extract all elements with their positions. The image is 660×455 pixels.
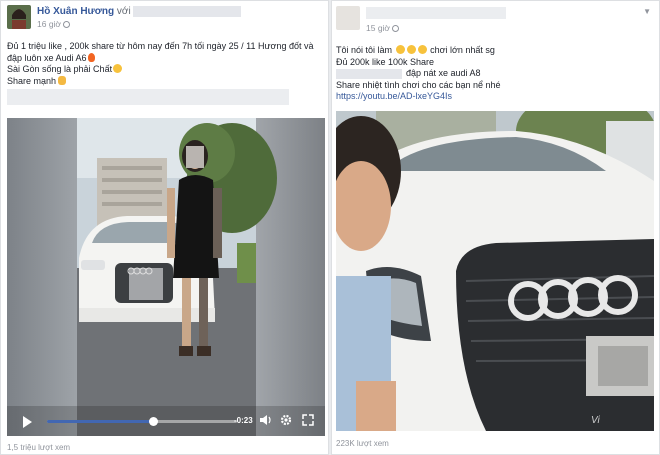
view-count: 223K lượt xem (336, 439, 389, 448)
post-line-1: Tôi nói tôi làm (336, 45, 393, 55)
volume-icon[interactable] (259, 414, 273, 426)
chevron-down-icon[interactable]: ▼ (643, 7, 651, 16)
video-player[interactable]: Vi (336, 111, 654, 431)
post-line-4: Share nhiệt tình chơi cho các bạn nể nhé (336, 79, 501, 90)
redacted-name (336, 68, 402, 79)
smile-emoji-icon (113, 64, 123, 73)
fullscreen-icon[interactable] (302, 414, 314, 426)
globe-icon (392, 25, 400, 32)
grin-emoji-icon (406, 45, 416, 54)
author-avatar-redacted[interactable] (336, 6, 360, 30)
author-name-redacted (366, 7, 506, 19)
grin-emoji-icon (417, 45, 427, 54)
globe-icon (63, 21, 71, 28)
post-line-2: đập luôn xe Audi A6 (7, 52, 87, 63)
view-count: 1,5 triệu lượt xem (7, 443, 71, 452)
remaining-time: -0:23 (234, 416, 253, 425)
post-time[interactable]: 16 giờ (37, 19, 61, 29)
redacted-text-row (7, 89, 289, 105)
post-line-4: Share mạnh (7, 75, 57, 86)
video-watermark: Vi (591, 415, 600, 426)
left-post-card: Hồ Xuân Hương với 16 giờ Đủ 1 triệu like… (0, 0, 329, 455)
grin-emoji-icon (395, 45, 405, 54)
video-frame (7, 118, 325, 436)
post-line-1b: chơi lớn nhất sg (430, 45, 495, 55)
post-body: Đủ 1 triệu like , 200k share từ hôm nay … (7, 41, 325, 87)
post-line-3: đập nát xe audi A8 (406, 68, 481, 78)
author-name[interactable]: Hồ Xuân Hương (37, 6, 114, 17)
right-post-card: 15 giờ ▼ Tôi nói tôi làm chơi lớn nhất s… (331, 0, 660, 455)
video-progress-bar[interactable] (47, 417, 237, 426)
post-line-1: Đủ 1 triệu like , 200k share từ hôm nay … (7, 41, 314, 51)
with-label: với (116, 6, 131, 18)
post-line-3: Sài Gòn sống là phải Chất (7, 64, 113, 74)
fire-emoji-icon (87, 52, 95, 62)
hand-emoji-icon (58, 75, 67, 85)
post-body: Tôi nói tôi làm chơi lớn nhất sg Đủ 200k… (336, 45, 654, 103)
post-line-2: Đủ 200k like 100k Share (336, 56, 435, 67)
post-time[interactable]: 15 giờ (366, 23, 390, 33)
settings-icon[interactable] (280, 414, 292, 426)
play-icon[interactable] (23, 416, 32, 428)
video-player[interactable]: -0:23 (7, 118, 325, 436)
tagged-friends-redacted (133, 6, 242, 17)
video-frame (336, 111, 654, 431)
video-progress-fill (47, 420, 154, 423)
author-avatar[interactable] (7, 5, 31, 29)
youtube-link[interactable]: https://youtu.be/AD-lxeYG4Is (336, 91, 654, 103)
